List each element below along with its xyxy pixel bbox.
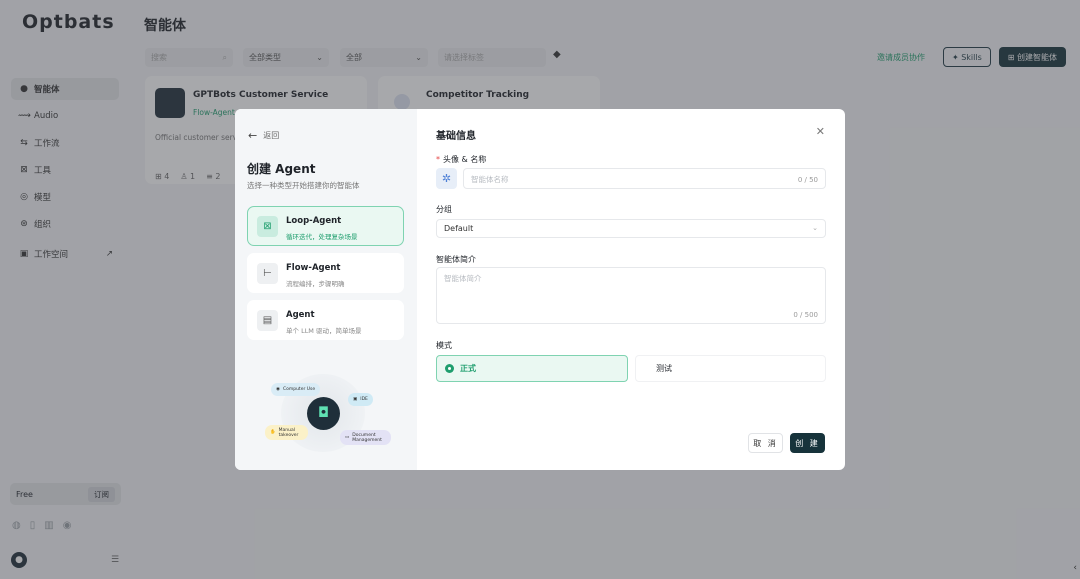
name-placeholder: 智能体名称 (471, 175, 509, 184)
chip-document-management: ▭ Document Management (340, 430, 392, 445)
chip-label: Computer Use (282, 387, 316, 392)
create-agent-modal: ← 返回 创建 Agent 选择一种类型开始搭建你的智能体 ⊠ Loop-Age… (235, 109, 845, 470)
agent-illustration: ◘ ◉ Computer Use ▣ IDE ✋ Manual takeover ▭ D… (251, 364, 397, 459)
computer-icon: ◉ (276, 387, 280, 392)
description-placeholder: 智能体简介 (444, 274, 482, 283)
description-label: 智能体简介 (436, 255, 476, 264)
type-option-loop-agent[interactable]: ⊠ Loop-Agent 循环迭代，处理复杂场景 (247, 206, 404, 246)
type-panel: ← 返回 创建 Agent 选择一种类型开始搭建你的智能体 ⊠ Loop-Age… (235, 109, 417, 470)
mode-formal-label: 正式 (460, 364, 476, 373)
chip-ide: ▣ IDE (348, 393, 373, 406)
type-option-agent[interactable]: ▤ Agent 单个 LLM 驱动，简单场景 (247, 300, 404, 340)
arrow-left-icon: ← (248, 129, 258, 142)
chip-computer-use: ◉ Computer Use (271, 383, 321, 396)
back-button[interactable]: ← 返回 (248, 129, 279, 142)
type-desc: 循环迭代，处理复杂场景 (286, 233, 358, 241)
hand-icon: ✋ (270, 430, 276, 435)
avatar-placeholder-icon: ✲ (441, 172, 452, 185)
folder-icon: ▭ (345, 435, 350, 440)
basic-info-panel: 基础信息 ✕ * 头像 & 名称 ✲ 智能体名称 0 / 50 分组 Defaul… (417, 109, 845, 470)
type-name: Loop-Agent (286, 216, 342, 226)
mode-test-label: 测试 (656, 364, 672, 373)
type-name: Flow-Agent (286, 263, 341, 273)
cancel-button[interactable]: 取 消 (748, 433, 783, 453)
type-desc: 流程编排，步骤明确 (286, 280, 345, 288)
chevron-left-icon[interactable]: ‹ (1073, 563, 1077, 573)
description-textarea[interactable]: 智能体简介 0 / 500 (436, 267, 826, 324)
create-button[interactable]: 创 建 (790, 433, 825, 453)
type-name: Agent (286, 310, 315, 320)
group-label: 分组 (436, 205, 452, 214)
name-counter: 0 / 50 (797, 176, 818, 184)
radio-checked-icon (445, 364, 454, 373)
section-title: 基础信息 (436, 131, 476, 142)
required-mark: * (436, 155, 440, 164)
type-option-flow-agent[interactable]: ⊢ Flow-Agent 流程编排，步骤明确 (247, 253, 404, 293)
flow-agent-icon: ⊢ (257, 263, 278, 284)
modal-title: 创建 Agent (247, 162, 316, 176)
robot-icon: ◘ (307, 397, 340, 430)
chevron-down-icon: ⌄ (812, 224, 818, 232)
avatar-name-label: * 头像 & 名称 (436, 154, 486, 165)
agent-name-input[interactable]: 智能体名称 0 / 50 (463, 168, 826, 189)
mode-label: 模式 (436, 341, 452, 350)
chip-label: IDE (360, 397, 368, 402)
chip-label: Document Management (352, 432, 382, 443)
avatar-picker[interactable]: ✲ (436, 168, 457, 189)
label-text: 头像 & 名称 (443, 155, 487, 164)
group-value: Default (444, 224, 474, 233)
back-label: 返回 (263, 131, 280, 140)
type-desc: 单个 LLM 驱动，简单场景 (286, 327, 362, 335)
modal-subtitle: 选择一种类型开始搭建你的智能体 (247, 181, 360, 190)
close-icon[interactable]: ✕ (816, 125, 825, 138)
chip-manual-takeover: ✋ Manual takeover (265, 425, 308, 440)
mode-test-option[interactable]: 测试 (635, 355, 826, 382)
group-select[interactable]: Default ⌄ (436, 219, 826, 238)
mode-formal-option[interactable]: 正式 (436, 355, 628, 382)
description-counter: 0 / 500 (793, 311, 818, 319)
agent-icon: ▤ (257, 310, 278, 331)
ide-icon: ▣ (353, 397, 358, 402)
chip-label: Manual takeover (278, 427, 299, 438)
loop-agent-icon: ⊠ (257, 216, 278, 237)
